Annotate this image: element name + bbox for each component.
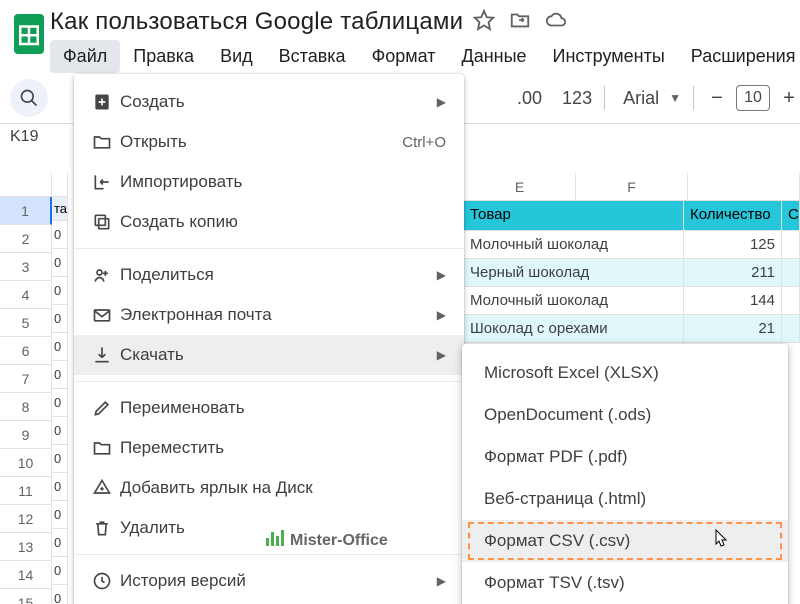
import-icon: [92, 172, 120, 192]
menu-bar: Файл Правка Вид Вставка Формат Данные Ин…: [50, 40, 800, 73]
col-header-f[interactable]: F: [576, 173, 688, 201]
cloud-status-icon[interactable]: [545, 9, 567, 36]
menu-format[interactable]: Формат: [359, 40, 449, 73]
watermark: Mister-Office: [266, 530, 388, 551]
folder-icon: [92, 132, 120, 152]
partial-column: та 0 0 0 0 0 0 0 0 0 0 0 0 0 0: [52, 173, 68, 604]
file-menu-share[interactable]: Поделиться ▶: [74, 255, 464, 295]
row-header[interactable]: 11: [0, 477, 52, 505]
download-xlsx[interactable]: Microsoft Excel (XLSX): [462, 352, 788, 394]
font-family-selector[interactable]: Arial: [617, 88, 665, 109]
col-header-e[interactable]: E: [464, 173, 576, 201]
file-menu-email[interactable]: Электронная почта ▶: [74, 295, 464, 335]
font-size-increase[interactable]: +: [778, 87, 800, 110]
sheet-grid[interactable]: E F Товар Количество С Молочный шоколад …: [464, 173, 800, 343]
download-html[interactable]: Веб-страница (.html): [462, 478, 788, 520]
header-cell[interactable]: Товар: [464, 201, 684, 231]
menu-tools[interactable]: Инструменты: [540, 40, 678, 73]
row-header[interactable]: 10: [0, 449, 52, 477]
cell[interactable]: 211: [684, 259, 782, 287]
sheets-logo[interactable]: [8, 6, 50, 62]
row-header[interactable]: 15: [0, 589, 52, 604]
row-header[interactable]: 14: [0, 561, 52, 589]
menu-insert[interactable]: Вставка: [266, 40, 359, 73]
download-icon: [92, 345, 120, 365]
row-header[interactable]: 2: [0, 225, 52, 253]
copy-icon: [92, 212, 120, 232]
download-tsv[interactable]: Формат TSV (.tsv): [462, 562, 788, 604]
move-icon: [92, 438, 120, 458]
menu-edit[interactable]: Правка: [120, 40, 207, 73]
menu-view[interactable]: Вид: [207, 40, 266, 73]
file-menu-rename[interactable]: Переименовать: [74, 388, 464, 428]
email-icon: [92, 305, 120, 325]
chevron-right-icon: ▶: [437, 95, 446, 109]
star-icon[interactable]: [473, 9, 495, 36]
download-csv[interactable]: Формат CSV (.csv): [462, 520, 788, 562]
cell[interactable]: Молочный шоколад: [464, 231, 684, 259]
row-header[interactable]: 12: [0, 505, 52, 533]
file-menu-add-shortcut[interactable]: Добавить ярлык на Диск: [74, 468, 464, 508]
toolbar-decimal[interactable]: .00: [517, 88, 542, 109]
file-menu-download[interactable]: Скачать ▶: [74, 335, 464, 375]
menu-data[interactable]: Данные: [449, 40, 540, 73]
toolbar-123[interactable]: 123: [562, 88, 592, 109]
file-menu-version-history[interactable]: История версий ▶: [74, 561, 464, 601]
cell[interactable]: Молочный шоколад: [464, 287, 684, 315]
file-menu: Создать ▶ Открыть Ctrl+O Импортировать С…: [74, 74, 464, 604]
cell[interactable]: Черный шоколад: [464, 259, 684, 287]
row-header[interactable]: 5: [0, 309, 52, 337]
doc-title[interactable]: Как пользоваться Google таблицами: [50, 8, 463, 36]
cell[interactable]: 21: [684, 315, 782, 343]
download-submenu: Microsoft Excel (XLSX) OpenDocument (.od…: [462, 344, 788, 604]
row-header[interactable]: 4: [0, 281, 52, 309]
download-ods[interactable]: OpenDocument (.ods): [462, 394, 788, 436]
row-header[interactable]: 1: [0, 197, 52, 225]
file-menu-make-copy[interactable]: Создать копию: [74, 202, 464, 242]
row-headers: 1 2 3 4 5 6 7 8 9 10 11 12 13 14 15: [0, 173, 52, 604]
rename-icon: [92, 398, 120, 418]
row-header[interactable]: 8: [0, 393, 52, 421]
chevron-down-icon[interactable]: ▼: [669, 91, 681, 105]
cursor-pointer-icon: [710, 528, 730, 557]
chevron-right-icon: ▶: [437, 308, 446, 322]
move-folder-icon[interactable]: [509, 9, 531, 36]
cell[interactable]: 144: [684, 287, 782, 315]
shortcut-label: Ctrl+O: [402, 134, 446, 151]
file-menu-import[interactable]: Импортировать: [74, 162, 464, 202]
menu-extensions[interactable]: Расширения: [678, 40, 800, 73]
cell[interactable]: Шоколад с орехами: [464, 315, 684, 343]
file-menu-create[interactable]: Создать ▶: [74, 82, 464, 122]
search-button[interactable]: [10, 79, 48, 117]
row-header[interactable]: 9: [0, 421, 52, 449]
history-icon: [92, 571, 120, 591]
file-menu-open[interactable]: Открыть Ctrl+O: [74, 122, 464, 162]
row-header[interactable]: 7: [0, 365, 52, 393]
cell[interactable]: 125: [684, 231, 782, 259]
font-size-decrease[interactable]: −: [706, 87, 728, 110]
menu-file[interactable]: Файл: [50, 40, 120, 73]
header-cell[interactable]: Количество: [684, 201, 782, 231]
font-size-value[interactable]: 10: [736, 85, 770, 111]
name-box[interactable]: K19: [10, 128, 38, 146]
row-header[interactable]: 3: [0, 253, 52, 281]
chevron-right-icon: ▶: [437, 268, 446, 282]
row-header[interactable]: 13: [0, 533, 52, 561]
trash-icon: [92, 518, 120, 538]
file-menu-move[interactable]: Переместить: [74, 428, 464, 468]
drive-shortcut-icon: [92, 478, 120, 498]
share-icon: [92, 265, 120, 285]
row-header[interactable]: 6: [0, 337, 52, 365]
chevron-right-icon: ▶: [437, 348, 446, 362]
download-pdf[interactable]: Формат PDF (.pdf): [462, 436, 788, 478]
new-file-icon: [92, 92, 120, 112]
chevron-right-icon: ▶: [437, 574, 446, 588]
header-cell[interactable]: С: [782, 201, 800, 231]
